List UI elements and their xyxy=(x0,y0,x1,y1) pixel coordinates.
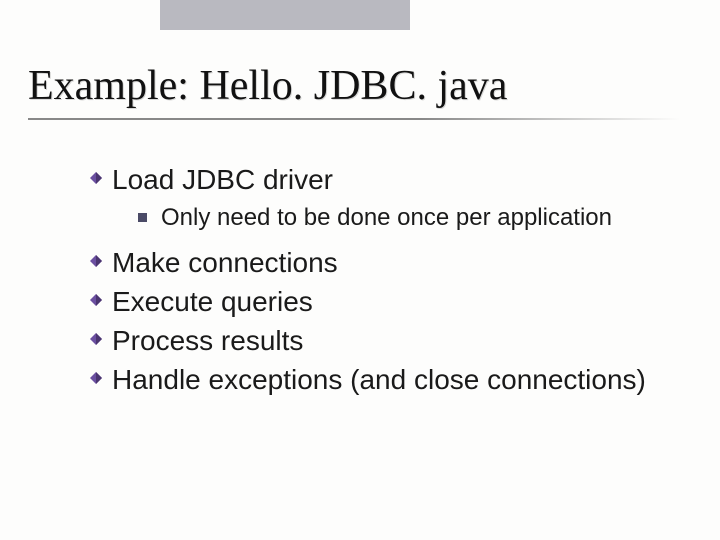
title-underline xyxy=(28,118,680,120)
diamond-icon xyxy=(90,255,102,267)
list-item: Process results xyxy=(90,323,670,358)
list-item-text: Execute queries xyxy=(112,284,670,319)
list-subitem: Only need to be done once per applicatio… xyxy=(138,203,670,233)
slide: Example: Hello. JDBC. java Load JDBC dri… xyxy=(0,0,720,540)
list-item-text: Handle exceptions (and close connections… xyxy=(112,362,670,397)
list-subitem-text: Only need to be done once per applicatio… xyxy=(161,203,670,233)
square-icon xyxy=(138,213,147,222)
diamond-icon xyxy=(90,294,102,306)
diamond-icon xyxy=(90,172,102,184)
list-item: Load JDBC driver xyxy=(90,162,670,197)
slide-body: Load JDBC driver Only need to be done on… xyxy=(90,160,670,401)
slide-title: Example: Hello. JDBC. java xyxy=(28,62,507,110)
list-item: Make connections xyxy=(90,245,670,280)
top-accent-bar xyxy=(160,0,410,30)
diamond-icon xyxy=(90,333,102,345)
diamond-icon xyxy=(90,372,102,384)
list-item: Handle exceptions (and close connections… xyxy=(90,362,670,397)
list-item-text: Load JDBC driver xyxy=(112,162,670,197)
list-item-text: Make connections xyxy=(112,245,670,280)
list-item: Execute queries xyxy=(90,284,670,319)
list-item-text: Process results xyxy=(112,323,670,358)
